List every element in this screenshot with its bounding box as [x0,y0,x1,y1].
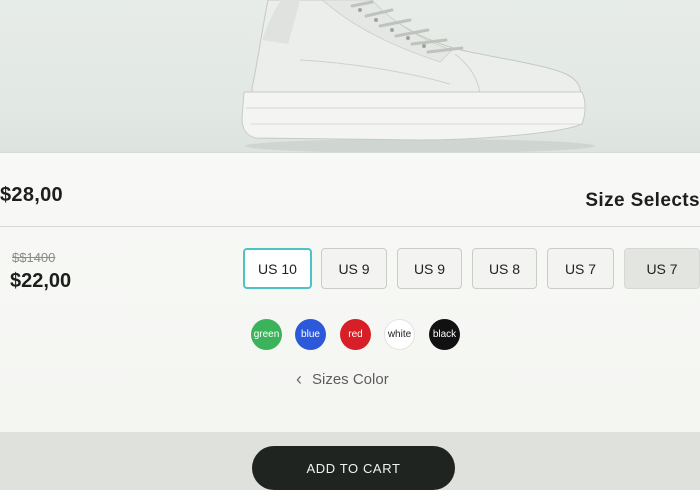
color-swatch-white[interactable]: white [384,319,415,350]
size-option-us-9b[interactable]: US 9 [321,248,387,289]
size-option-us-10[interactable]: US 10 [243,248,312,289]
size-option-us-8[interactable]: US 8 [472,248,537,289]
sizes-color-label: Sizes Color [312,371,389,388]
color-swatch-black[interactable]: black [429,319,460,350]
add-to-cart-button[interactable]: ADD TO CART [252,446,455,490]
chevron-left-icon: ‹ [296,369,302,389]
color-swatch-green[interactable]: green [251,319,282,350]
color-swatch-red[interactable]: red [340,319,371,350]
original-price: $$1400 [12,250,56,265]
size-option-us-9[interactable]: US 9 [397,248,462,289]
divider [0,226,700,227]
product-image [0,0,700,152]
size-option-us-7b[interactable]: US 7 [547,248,614,289]
size-option-us-7[interactable]: US 7 [624,248,700,289]
product-price: $28,00 [0,184,63,206]
color-swatch-blue[interactable]: blue [295,319,326,350]
sneaker-illustration [241,0,595,152]
sale-price: $22,00 [10,270,72,292]
page-title: Size Selects [585,190,700,211]
sizes-color-link[interactable]: ‹ Sizes Color [296,369,389,390]
